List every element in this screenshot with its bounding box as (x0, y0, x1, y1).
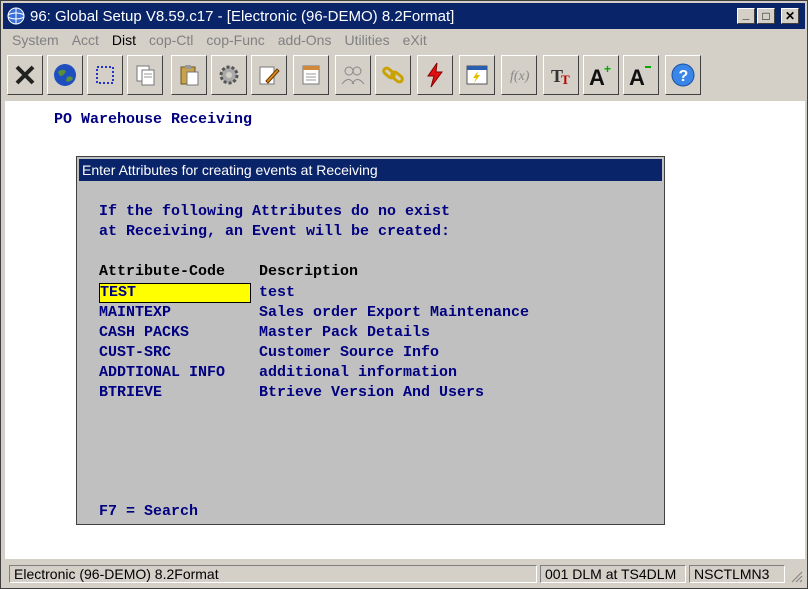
attribute-description: Btrieve Version And Users (259, 384, 485, 401)
calendar-icon (466, 65, 488, 85)
app-window: 96: Global Setup V8.59.c17 - [Electronic… (0, 0, 808, 589)
font-decrease-icon: A (629, 65, 651, 88)
dialog-intro-line-1: If the following Attributes do no exist (99, 203, 451, 220)
help-icon: ? (671, 63, 695, 87)
menu-dist[interactable]: Dist (112, 32, 136, 48)
attributes-dialog: Enter Attributes for creating events at … (76, 156, 665, 525)
svg-text:f(x): f(x) (510, 69, 530, 84)
status-bar: Electronic (96-DEMO) 8.2Format 001 DLM a… (5, 563, 805, 585)
maximize-icon: □ (762, 9, 770, 23)
svg-text:?: ? (679, 68, 689, 85)
toolbar-globe-button[interactable] (47, 55, 83, 95)
attribute-code[interactable]: CASH PACKS (99, 323, 251, 343)
menu-cop-func[interactable]: cop-Func (206, 32, 264, 48)
svg-text:A: A (629, 65, 645, 88)
column-header-description: Description (259, 263, 359, 280)
toolbar-copy-button[interactable] (127, 55, 163, 95)
toolbar-font-larger-button[interactable]: A + (583, 55, 619, 95)
globe-icon (54, 64, 76, 86)
menu-bar: System Acct Dist cop-Ctl cop-Func add-On… (3, 29, 805, 51)
svg-text:+: + (604, 62, 611, 76)
select-box-icon (96, 66, 114, 84)
menu-add-ons[interactable]: add-Ons (278, 32, 332, 48)
attribute-code[interactable]: ADDTIONAL INFO (99, 363, 251, 383)
menu-acct[interactable]: Acct (72, 32, 99, 48)
maximize-button[interactable]: □ (757, 8, 775, 24)
close-button[interactable]: ✕ (781, 8, 799, 24)
toolbar-paste-button[interactable] (171, 55, 207, 95)
notepad-icon (302, 65, 320, 85)
attribute-description: Master Pack Details (259, 324, 431, 341)
minimize-button[interactable]: _ (737, 7, 755, 24)
attribute-code-input[interactable]: TEST (99, 283, 251, 303)
status-station: NSCTLMN3 (689, 565, 785, 583)
toolbar-font-button[interactable]: TT (543, 55, 579, 95)
attribute-description: Sales order Export Maintenance (259, 304, 530, 321)
dialog-footer-hint: F7 = Search (99, 503, 199, 520)
svg-text:T: T (561, 72, 570, 87)
attribute-description: additional information (259, 364, 458, 381)
toolbar-settings-button[interactable] (211, 55, 247, 95)
toolbar-select-button[interactable] (87, 55, 123, 95)
toolbar-schedule-button[interactable] (459, 55, 495, 95)
edit-pencil-icon (259, 66, 280, 85)
menu-system[interactable]: System (12, 32, 59, 48)
attribute-code[interactable]: BTRIEVE (99, 383, 251, 403)
screen-title: PO Warehouse Receiving (54, 111, 253, 128)
close-icon: ✕ (784, 9, 796, 23)
toolbar-notes-button[interactable] (293, 55, 329, 95)
column-header-code: Attribute-Code (99, 263, 226, 280)
font-size-icon: TT (551, 66, 570, 87)
toolbar-users-button[interactable] (335, 55, 371, 95)
copy-icon (136, 65, 155, 86)
toolbar-function-button[interactable]: f(x) (501, 55, 537, 95)
toolbar-close-button[interactable] (7, 55, 43, 95)
attribute-code[interactable]: CUST-SRC (99, 343, 251, 363)
dialog-intro-line-2: at Receiving, an Event will be created: (99, 223, 451, 240)
dialog-title: Enter Attributes for creating events at … (79, 159, 662, 181)
gear-icon (219, 65, 239, 85)
resize-grip-icon[interactable] (791, 571, 803, 583)
attribute-code[interactable]: MAINTEXP (99, 303, 251, 323)
status-user: 001 DLM at TS4DLM (540, 565, 686, 583)
minimize-icon: _ (742, 7, 750, 21)
svg-text:A: A (589, 65, 605, 88)
status-company: Electronic (96-DEMO) 8.2Format (9, 565, 537, 583)
menu-utilities[interactable]: Utilities (344, 32, 389, 48)
attribute-description: test (259, 284, 296, 301)
toolbar-edit-button[interactable] (251, 55, 287, 95)
toolbar-font-smaller-button[interactable]: A (623, 55, 659, 95)
chain-link-icon (382, 66, 404, 84)
toolbar: f(x) TT A + A ? (3, 53, 805, 99)
menu-exit[interactable]: eXit (403, 32, 427, 48)
users-icon (341, 66, 365, 85)
title-bar[interactable]: 96: Global Setup V8.59.c17 - [Electronic… (3, 3, 805, 29)
menu-cop-ctl[interactable]: cop-Ctl (149, 32, 193, 48)
toolbar-run-button[interactable] (417, 55, 453, 95)
toolbar-link-button[interactable] (375, 55, 411, 95)
font-increase-icon: A + (589, 62, 611, 88)
paste-icon (180, 65, 199, 86)
close-x-icon (15, 65, 35, 85)
app-globe-icon (7, 7, 25, 25)
function-icon: f(x) (510, 69, 530, 84)
toolbar-help-button[interactable]: ? (665, 55, 701, 95)
window-title: 96: Global Setup V8.59.c17 - [Electronic… (30, 7, 455, 25)
attribute-description: Customer Source Info (259, 344, 440, 361)
lightning-icon (427, 62, 443, 88)
